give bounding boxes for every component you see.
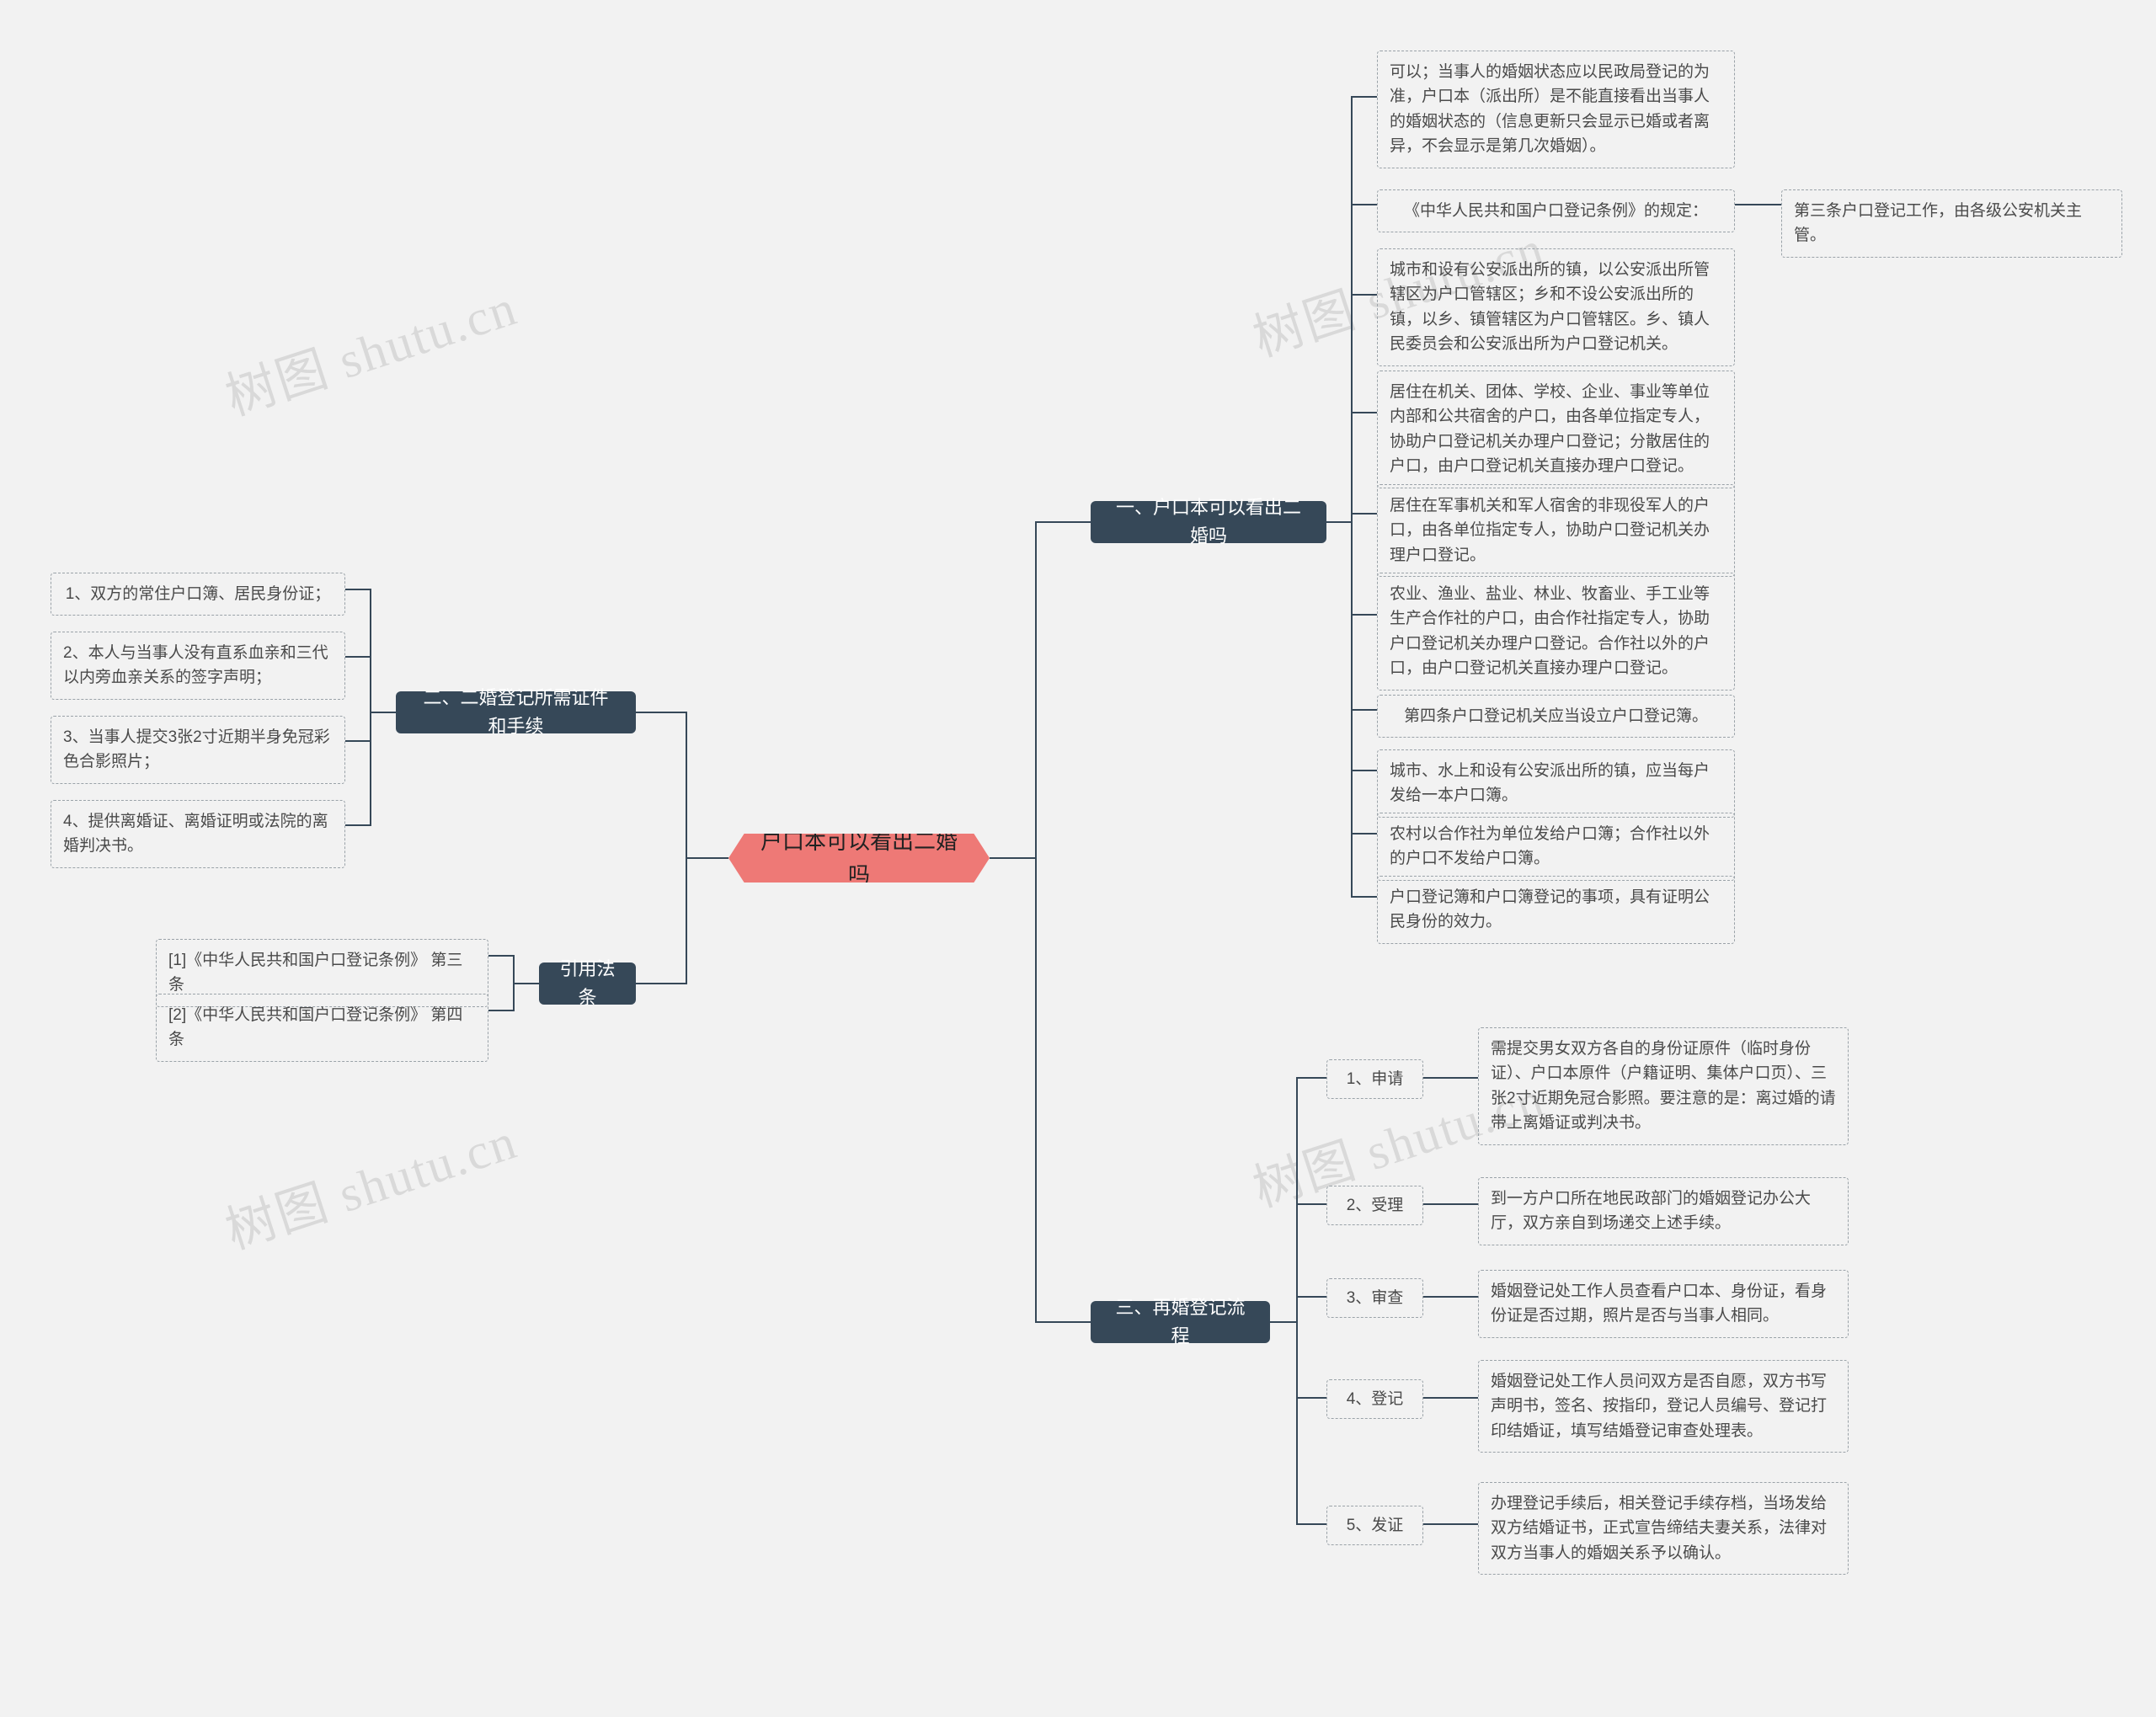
branch3-detail-0[interactable]: 需提交男女双方各自的身份证原件（临时身份证）、户口本原件（户籍证明、集体户口页）…: [1478, 1027, 1849, 1145]
branch1-leaf-4[interactable]: 居住在军事机关和军人宿舍的非现役军人的户口，由各单位指定专人，协助户口登记机关办…: [1377, 484, 1735, 577]
watermark: 树图 shutu.cn: [215, 1101, 525, 1264]
branch1-leaf-9[interactable]: 户口登记簿和户口簿登记的事项，具有证明公民身份的效力。: [1377, 876, 1735, 944]
watermark: 树图 shutu.cn: [215, 267, 525, 430]
branch1-leaf-2[interactable]: 城市和设有公安派出所的镇，以公安派出所管辖区为户口管辖区；乡和不设公安派出所的镇…: [1377, 248, 1735, 366]
branch3-detail-2[interactable]: 婚姻登记处工作人员查看户口本、身份证，看身份证是否过期，照片是否与当事人相同。: [1478, 1270, 1849, 1338]
branch1-leaf-1[interactable]: 《中华人民共和国户口登记条例》的规定：: [1377, 189, 1735, 232]
branch2-leaf-1[interactable]: 2、本人与当事人没有直系血亲和三代以内旁血亲关系的签字声明；: [51, 632, 345, 700]
branch3-step-2[interactable]: 3、审查: [1326, 1278, 1423, 1318]
branch-4[interactable]: 引用法条: [539, 962, 636, 1005]
branch2-leaf-2[interactable]: 3、当事人提交3张2寸近期半身免冠彩色合影照片；: [51, 716, 345, 784]
branch3-step-3[interactable]: 4、登记: [1326, 1379, 1423, 1419]
branch1-leaf-8[interactable]: 农村以合作社为单位发给户口簿；合作社以外的户口不发给户口簿。: [1377, 813, 1735, 881]
mindmap-canvas: 树图 shutu.cn 树图 shutu.cn 树图 shutu.cn 树图 s…: [0, 0, 2156, 1717]
branch1-leaf-7[interactable]: 城市、水上和设有公安派出所的镇，应当每户发给一本户口簿。: [1377, 749, 1735, 818]
branch1-leaf-5[interactable]: 农业、渔业、盐业、林业、牧畜业、手工业等生产合作社的户口，由合作社指定专人，协助…: [1377, 573, 1735, 691]
branch3-detail-1[interactable]: 到一方户口所在地民政部门的婚姻登记办公大厅，双方亲自到场递交上述手续。: [1478, 1177, 1849, 1245]
branch1-leaf-1-sub[interactable]: 第三条户口登记工作，由各级公安机关主管。: [1781, 189, 2122, 258]
branch3-detail-3[interactable]: 婚姻登记处工作人员问双方是否自愿，双方书写声明书，签名、按指印，登记人员编号、登…: [1478, 1360, 1849, 1453]
root-node[interactable]: 户口本可以看出二婚吗: [728, 834, 990, 882]
branch4-leaf-1[interactable]: [2]《中华人民共和国户口登记条例》 第四条: [156, 994, 488, 1062]
branch1-leaf-3[interactable]: 居住在机关、团体、学校、企业、事业等单位内部和公共宿舍的户口，由各单位指定专人，…: [1377, 371, 1735, 488]
branch3-step-1[interactable]: 2、受理: [1326, 1186, 1423, 1225]
branch2-leaf-3[interactable]: 4、提供离婚证、离婚证明或法院的离婚判决书。: [51, 800, 345, 868]
branch3-step-0[interactable]: 1、申请: [1326, 1059, 1423, 1099]
branch1-leaf-0[interactable]: 可以；当事人的婚姻状态应以民政局登记的为准，户口本（派出所）是不能直接看出当事人…: [1377, 51, 1735, 168]
branch3-detail-4[interactable]: 办理登记手续后，相关登记手续存档，当场发给双方结婚证书，正式宣告缔结夫妻关系，法…: [1478, 1482, 1849, 1575]
branch-2[interactable]: 二、二婚登记所需证件和手续: [396, 691, 636, 733]
branch-1[interactable]: 一、户口本可以看出二婚吗: [1091, 501, 1326, 543]
branch3-step-4[interactable]: 5、发证: [1326, 1506, 1423, 1545]
branch2-leaf-0[interactable]: 1、双方的常住户口簿、居民身份证；: [51, 573, 345, 616]
branch1-leaf-6[interactable]: 第四条户口登记机关应当设立户口登记簿。: [1377, 695, 1735, 738]
branch-3[interactable]: 三、再婚登记流程: [1091, 1301, 1270, 1343]
